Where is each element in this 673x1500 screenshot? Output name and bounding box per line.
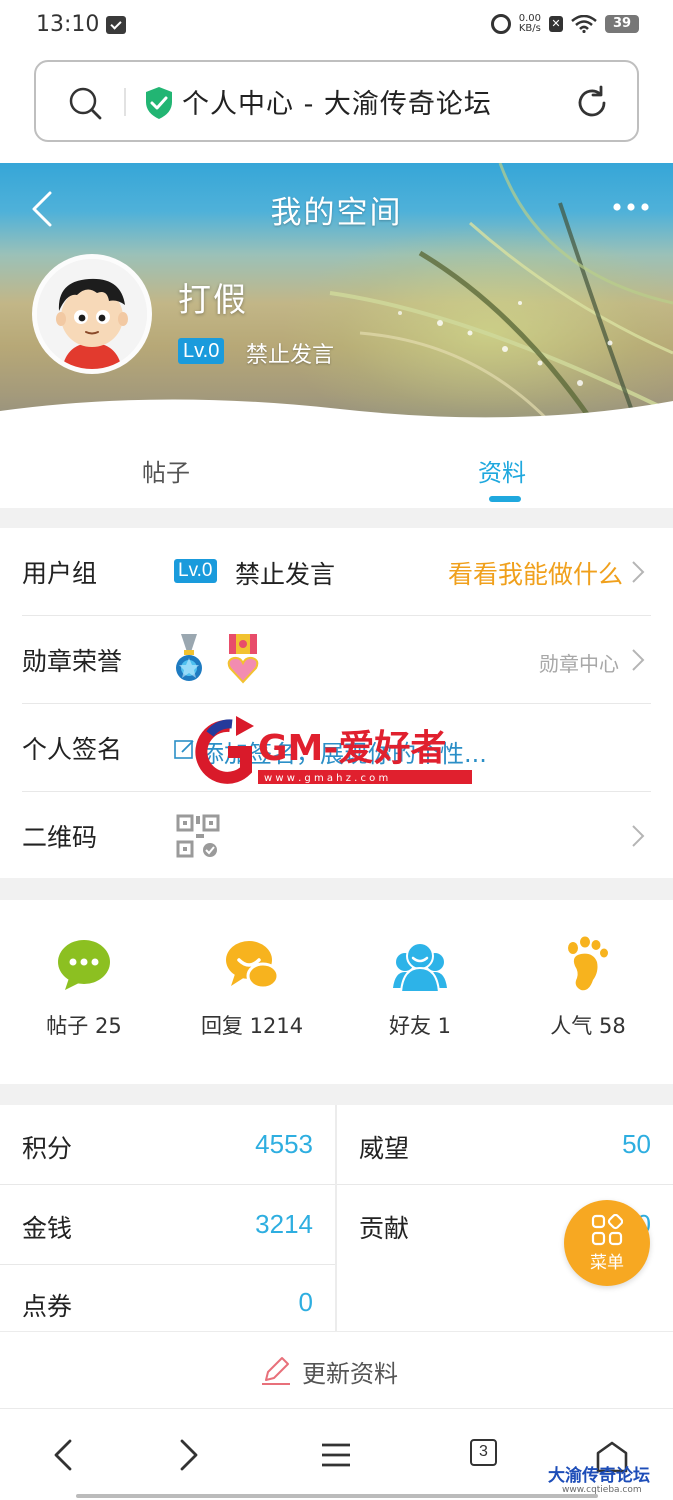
chat-bubble-icon — [58, 940, 110, 990]
refresh-icon[interactable] — [573, 84, 611, 122]
browser-menu-icon[interactable] — [316, 1435, 356, 1475]
section-gap — [0, 508, 673, 528]
update-profile-label: 更新资料 — [302, 1360, 398, 1388]
score-jinqian-value: 3214 — [255, 1209, 313, 1239]
user-group-status: 禁止发言 — [235, 560, 336, 589]
medal-blue-icon — [176, 634, 202, 681]
avatar-cartoon-boy — [37, 259, 147, 369]
home-indicator — [76, 1494, 598, 1498]
stat-popularity-label: 人气 58 — [550, 1014, 626, 1038]
stat-friends-label: 好友 1 — [388, 1014, 452, 1038]
score-jifen-value: 4553 — [255, 1129, 313, 1159]
address-divider — [124, 88, 126, 116]
pencil-icon — [262, 1357, 290, 1385]
score-jinqian-label: 金钱 — [22, 1214, 73, 1243]
user-status: 禁止发言 — [246, 343, 335, 368]
user-group-level-badge: Lv.0 — [174, 559, 217, 583]
browser-back-icon[interactable] — [44, 1435, 84, 1475]
score-weiwang-label: 威望 — [359, 1134, 410, 1163]
medals-row[interactable]: 勋章荣誉 勋章中心 — [0, 616, 673, 704]
score-weiwang-value: 50 — [622, 1129, 651, 1159]
watermark-url: w w w . g m a h z . c o m — [264, 773, 388, 784]
tab-profile[interactable]: 资料 — [478, 453, 526, 488]
menu-fab-button[interactable]: 菜单 — [564, 1200, 650, 1286]
chevron-right-icon — [632, 649, 645, 671]
active-tab-indicator — [489, 496, 521, 502]
medals-label: 勋章荣誉 — [22, 647, 123, 676]
stat-replies[interactable]: 回复 1214 — [168, 936, 336, 1040]
qr-code-icon[interactable] — [176, 814, 220, 858]
qrcode-row[interactable]: 二维码 — [0, 792, 673, 880]
stat-popularity[interactable]: 人气 58 — [504, 936, 672, 1040]
user-group-label: 用户组 — [22, 559, 98, 588]
score-jinqian: 金钱 3214 — [0, 1185, 335, 1265]
stat-friends[interactable]: 好友 1 — [336, 936, 504, 1040]
qrcode-label: 二维码 — [22, 823, 98, 852]
score-gongxian-label: 贡献 — [359, 1214, 410, 1243]
menu-fab-label: 菜单 — [590, 1253, 624, 1273]
permissions-link[interactable]: 看看我能做什么 — [448, 555, 623, 591]
network-speed: 0.00 KB/s — [519, 14, 541, 34]
user-group-row[interactable]: 用户组 Lv.0 禁止发言 看看我能做什么 — [0, 528, 673, 616]
search-icon[interactable] — [66, 84, 104, 122]
banner-wave — [0, 399, 673, 433]
score-weiwang: 威望 50 — [337, 1105, 673, 1185]
stats-row: 帖子 25 回复 1214 好友 1 人气 58 — [0, 900, 673, 1084]
notification-icon — [106, 16, 126, 34]
status-indicators: 0.00 KB/s ✕ 39 — [490, 14, 639, 34]
page-url-title[interactable]: 个人中心 - 大渝传奇论坛 — [182, 82, 492, 121]
stat-posts[interactable]: 帖子 25 — [0, 936, 168, 1040]
signature-label: 个人签名 — [22, 735, 123, 764]
friends-icon — [393, 942, 447, 993]
page-title: 我的空间 — [270, 195, 403, 231]
profile-tabs: 帖子 资料 — [0, 433, 673, 508]
score-dianquan-value: 0 — [298, 1287, 313, 1317]
wifi-icon — [571, 15, 597, 33]
medal-center-link[interactable]: 勋章中心 — [539, 648, 619, 677]
user-name: 打假 — [178, 280, 248, 319]
browser-forward-icon[interactable] — [168, 1435, 208, 1475]
footprint-icon — [568, 936, 608, 991]
score-dianquan-label: 点券 — [22, 1292, 73, 1321]
stat-posts-label: 帖子 25 — [46, 1014, 122, 1038]
grid-menu-icon — [591, 1214, 623, 1246]
browser-tabs-button[interactable]: 3 — [470, 1439, 497, 1466]
score-divider — [335, 1105, 337, 1331]
status-time: 13:10 — [36, 12, 100, 37]
stat-replies-label: 回复 1214 — [200, 1014, 304, 1038]
watermark-text: GM-爱好者 — [258, 728, 446, 769]
browser-navigation-bar: 3 大渝传奇论坛 www.cqtieba.com — [0, 1408, 673, 1500]
status-bar: 13:10 0.00 KB/s ✕ 39 — [0, 0, 673, 52]
section-gap — [0, 878, 673, 900]
tab-posts[interactable]: 帖子 — [142, 453, 190, 488]
alarm-icon — [490, 14, 511, 34]
secure-shield-icon — [146, 87, 172, 119]
score-jifen-label: 积分 — [22, 1134, 73, 1163]
level-badge: Lv.0 — [178, 338, 225, 364]
chevron-right-icon — [632, 825, 645, 847]
chevron-right-icon — [632, 561, 645, 583]
battery-icon: 39 — [605, 15, 639, 33]
network-speed-unit: KB/s — [518, 23, 541, 34]
update-profile-button[interactable]: 更新资料 — [0, 1331, 673, 1407]
gmahz-watermark-logo: GM-爱好者 w w w . g m a h z . c o m — [195, 716, 472, 784]
medal-pink-heart-icon — [227, 634, 259, 684]
address-bar[interactable]: 个人中心 - 大渝传奇论坛 — [34, 60, 639, 142]
reply-bubbles-icon — [226, 941, 280, 990]
forum-brand-watermark: 大渝传奇论坛 — [548, 1466, 650, 1486]
page: 13:10 0.00 KB/s ✕ 39 个人中心 - 大渝传奇论坛 我的空间 … — [0, 0, 673, 1500]
score-jifen: 积分 4553 — [0, 1105, 335, 1185]
avatar[interactable] — [32, 254, 152, 374]
more-options-icon[interactable] — [611, 199, 651, 215]
section-gap — [0, 1084, 673, 1105]
sim-off-icon: ✕ — [549, 16, 563, 32]
profile-info-list: 用户组 Lv.0 禁止发言 看看我能做什么 勋章荣誉 勋章中心 个人签名 添加签… — [0, 528, 673, 878]
profile-banner: 我的空间 打假 Lv.0 禁止发言 — [0, 163, 673, 433]
